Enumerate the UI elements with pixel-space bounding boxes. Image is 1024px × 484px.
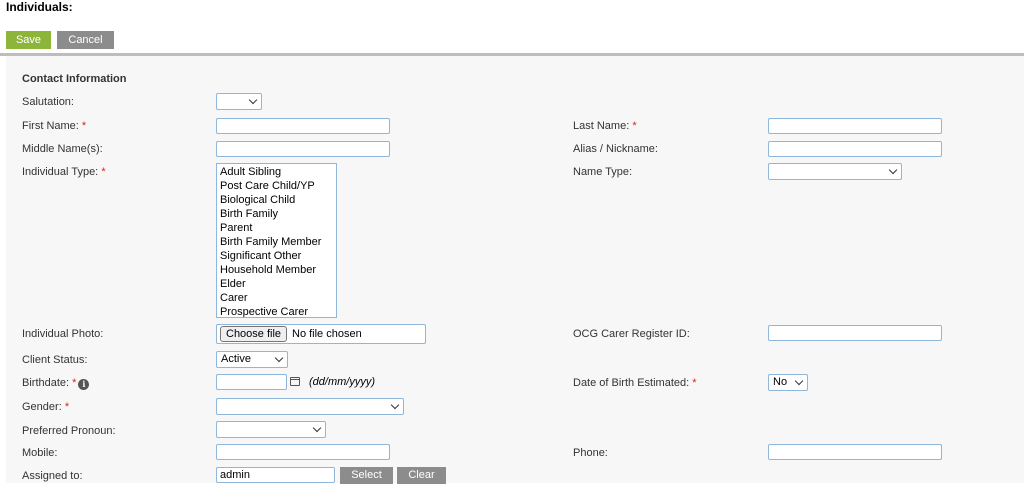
list-item[interactable]: Post Care Child/YP — [220, 179, 333, 193]
dob-estimated-label: Date of Birth Estimated: * — [573, 377, 697, 389]
chevron-down-icon — [390, 400, 400, 410]
phone-input[interactable] — [768, 444, 942, 460]
chevron-down-icon — [248, 95, 258, 105]
gender-label: Gender: * — [22, 401, 70, 413]
list-item[interactable]: Carer — [220, 291, 333, 305]
list-item[interactable]: Elder — [220, 277, 333, 291]
list-item[interactable]: Biological Child — [220, 193, 333, 207]
client-status-label: Client Status: — [22, 354, 88, 366]
calendar-icon[interactable] — [290, 377, 300, 386]
list-item[interactable]: Household Member — [220, 263, 333, 277]
list-item[interactable]: Adult Sibling — [220, 165, 333, 179]
last-name-input[interactable] — [768, 118, 942, 134]
clear-button[interactable]: Clear — [397, 467, 446, 484]
pronoun-select[interactable] — [216, 421, 326, 438]
gender-select[interactable] — [216, 398, 404, 415]
salutation-select[interactable] — [216, 93, 262, 110]
page-title: Individuals: — [6, 0, 73, 14]
assigned-to-input[interactable] — [216, 467, 335, 483]
cancel-button[interactable]: Cancel — [57, 31, 114, 49]
list-item[interactable]: Significant Other — [220, 249, 333, 263]
mobile-input[interactable] — [216, 444, 390, 460]
birthdate-label: Birthdate: * i — [22, 377, 90, 390]
last-name-label: Last Name: * — [573, 120, 637, 132]
salutation-label: Salutation: — [22, 96, 74, 108]
middle-names-input[interactable] — [216, 141, 390, 157]
file-status: No file chosen — [292, 328, 362, 340]
chevron-down-icon — [888, 165, 898, 175]
client-status-select[interactable]: Active — [216, 351, 288, 368]
assigned-to-label: Assigned to: — [22, 470, 83, 482]
individual-type-listbox[interactable]: Adult Sibling Post Care Child/YP Biologi… — [216, 163, 337, 318]
photo-label: Individual Photo: — [22, 328, 104, 340]
alias-label: Alias / Nickname: — [573, 143, 658, 155]
list-item[interactable]: Birth Family — [220, 207, 333, 221]
ocg-id-label: OCG Carer Register ID: — [573, 328, 690, 340]
name-type-select[interactable] — [768, 163, 902, 180]
section-title: Contact Information — [22, 73, 127, 85]
individual-type-label: Individual Type: * — [22, 166, 106, 178]
ocg-id-input[interactable] — [768, 325, 942, 341]
list-item[interactable]: Prospective Carer — [220, 305, 333, 317]
first-name-input[interactable] — [216, 118, 390, 134]
pronoun-label: Preferred Pronoun: — [22, 425, 116, 437]
select-button[interactable]: Select — [340, 467, 393, 484]
date-format-hint: (dd/mm/yyyy) — [309, 376, 375, 388]
list-item[interactable]: Parent — [220, 221, 333, 235]
mobile-label: Mobile: — [22, 447, 58, 459]
alias-input[interactable] — [768, 141, 942, 157]
chevron-down-icon — [274, 353, 284, 363]
phone-label: Phone: — [573, 447, 608, 459]
middle-names-label: Middle Name(s): — [22, 143, 103, 155]
name-type-label: Name Type: — [573, 166, 633, 178]
dob-estimated-select[interactable]: No — [768, 374, 808, 391]
birthdate-input[interactable] — [216, 374, 287, 390]
chevron-down-icon — [312, 423, 322, 433]
choose-file-button[interactable]: Choose file — [220, 326, 288, 342]
list-item[interactable]: Birth Family Member — [220, 235, 333, 249]
save-button[interactable]: Save — [6, 31, 51, 49]
photo-file-input[interactable]: Choose file No file chosen — [216, 324, 426, 344]
info-icon[interactable]: i — [78, 379, 90, 390]
first-name-label: First Name: * — [22, 120, 87, 132]
chevron-down-icon — [794, 376, 804, 386]
